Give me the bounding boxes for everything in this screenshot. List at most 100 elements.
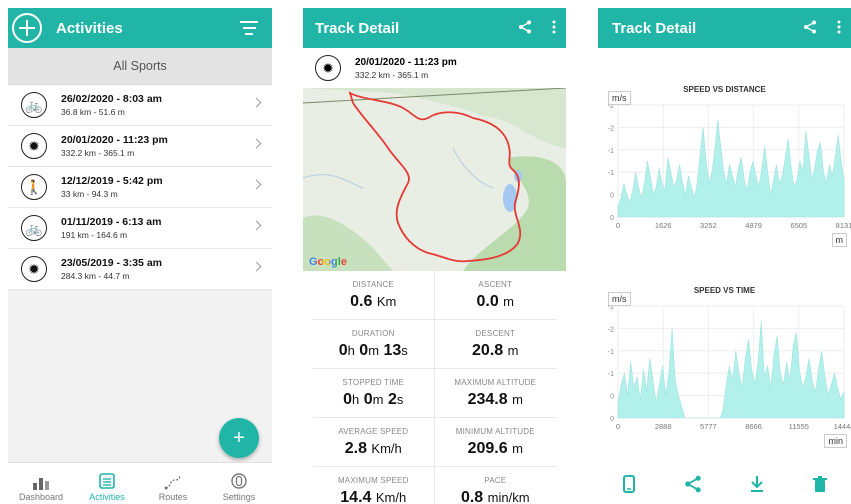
track-detail-appbar: Track Detail (303, 8, 566, 48)
stat-value: 0.6 (350, 292, 373, 310)
sport-filter-header[interactable]: All Sports (8, 48, 272, 85)
stat-unit: m (503, 293, 515, 309)
activity-item[interactable]: 🚲 26/02/2020 - 8:03 am 36.8 km - 51.6 m (8, 85, 272, 126)
chart-title: SPEED VS TIME (693, 286, 756, 295)
stat-value: 234.8 (467, 390, 508, 408)
share-icon[interactable] (803, 20, 817, 34)
activity-item[interactable]: ✹ 20/01/2020 - 11:23 pm 332.2 km - 365.1 m (8, 126, 272, 167)
stat-unit: m (372, 391, 384, 407)
stat-label: PACE (484, 475, 507, 485)
stat-cell: MAXIMUM ALTITUDE 234.8 m (434, 369, 556, 418)
chevron-right-icon (251, 138, 262, 149)
chevron-right-icon (251, 261, 262, 272)
stat-hours: 0 (343, 390, 353, 408)
track-charts-appbar: Track Detail (598, 8, 851, 48)
phone-icon[interactable] (622, 475, 636, 493)
more-options-icon[interactable] (837, 20, 841, 34)
trash-icon[interactable] (813, 475, 828, 493)
more-options-icon[interactable] (552, 20, 556, 34)
stat-unit: m (512, 440, 523, 456)
x-tick-label: 5777 (700, 422, 717, 431)
download-icon[interactable] (749, 475, 765, 493)
stat-value: 0.0 (476, 292, 499, 310)
activity-distance: 191 km - 164.6 m (61, 230, 128, 240)
share-icon[interactable] (684, 475, 702, 493)
y-tick-label: 0 (610, 215, 614, 222)
stat-label: DISTANCE (352, 279, 394, 289)
stat-label: ASCENT (478, 279, 513, 289)
activity-distance: 36.8 km - 51.6 m (61, 107, 125, 117)
stat-minutes: 0 (363, 390, 373, 408)
page-title: Track Detail (315, 19, 400, 37)
nav-label: Settings (222, 492, 256, 502)
google-logo: Google (309, 256, 347, 268)
activity-date: 01/11/2019 - 6:13 am (61, 216, 162, 228)
x-tick-label: 6505 (790, 221, 807, 230)
stat-value: 2.8 (344, 439, 367, 457)
stat-unit: Km/h (375, 489, 407, 504)
speed-chart[interactable]: -2 -2 -1 -1 0 0 0 1626 3252 4879 6505 8131 SPEED VS … (598, 83, 851, 263)
share-icon[interactable] (518, 20, 532, 34)
add-activity-button[interactable]: + (219, 418, 259, 458)
activity-item[interactable]: ✹ 23/05/2019 - 3:35 am 284.3 km - 44.7 m (8, 249, 272, 290)
nav-settings[interactable]: Settings (206, 463, 272, 504)
stat-value-row: 0.8 min/km (461, 489, 530, 504)
action-bar (598, 464, 851, 504)
x-tick-label: 0 (616, 221, 620, 230)
x-tick-label: 1626 (655, 221, 672, 230)
stat-unit: s (396, 391, 404, 407)
track-map[interactable]: Google (303, 87, 566, 271)
stat-value-row: 14.4 Km/h (340, 489, 406, 504)
stat-label: DESCENT (475, 328, 516, 338)
stat-unit: m (368, 342, 380, 358)
speed-chart[interactable]: -2-2-1-10002888577786661155514444SPEED V… (598, 284, 851, 464)
y-axis-unit: m/s (608, 292, 631, 306)
stat-value-row: 209.6 m (468, 440, 523, 458)
stat-value: 14.4 (340, 488, 372, 504)
page-title: Track Detail (612, 19, 697, 37)
chevron-right-icon (251, 97, 262, 108)
stat-cell: DURATION 0h 0m 13s (313, 320, 435, 369)
stat-cell: PACE 0.8 min/km (435, 467, 557, 504)
activity-date: 26/02/2020 - 8:03 am (61, 93, 162, 105)
stat-value-row: 0h 0m 2s (343, 391, 403, 409)
nav-dashboard[interactable]: Dashboard (8, 463, 74, 504)
list-icon (99, 473, 115, 489)
y-tick-label: -2 (608, 125, 614, 132)
activity-distance: 33 km - 94.3 m (61, 189, 118, 199)
stat-cell: AVERAGE SPEED 2.8 Km/h (313, 418, 435, 467)
stat-value-row: 0.6 Km (350, 293, 396, 311)
x-tick-label: 8131 (836, 221, 851, 230)
stat-unit: min/km (487, 489, 530, 504)
activity-date: 20/01/2020 - 11:23 pm (61, 134, 168, 146)
activity-item[interactable]: 🚲 01/11/2019 - 6:13 am 191 km - 164.6 m (8, 208, 272, 249)
page-title: Activities (56, 19, 123, 37)
x-tick-label: 3252 (700, 221, 717, 230)
y-tick-label: 0 (610, 193, 614, 200)
nav-routes[interactable]: Routes (140, 463, 206, 504)
stats-grid: DISTANCE 0.6 Km ASCENT 0.0 m DURATION 0h 0m 1… (303, 271, 566, 504)
stat-cell: DISTANCE 0.6 Km (313, 271, 435, 320)
x-axis-unit: min (824, 434, 847, 448)
add-circle-icon[interactable] (12, 13, 42, 43)
wheel-icon: ✹ (21, 133, 47, 159)
stat-value-row: 0h 0m 13s (339, 342, 408, 360)
stat-cell: STOPPED TIME 0h 0m 2s (313, 369, 435, 418)
bicycle-icon: 🚲 (21, 215, 47, 241)
settings-icon (231, 473, 247, 489)
track-summary: ✹ 20/01/2020 - 11:23 pm 332.2 km - 365.1… (303, 48, 566, 88)
y-tick-label: -1 (608, 170, 614, 177)
x-tick-label: 14444 (834, 422, 851, 431)
map-canvas (303, 87, 566, 271)
stat-value: 20.8 (472, 341, 504, 359)
y-tick-label: -2 (608, 326, 614, 333)
chevron-right-icon (251, 179, 262, 190)
filter-icon[interactable] (240, 21, 258, 35)
activity-item[interactable]: 🚶 12/12/2019 - 5:42 pm 33 km - 94.3 m (8, 167, 272, 208)
activities-screen: Activities All Sports 🚲 26/02/2020 - 8:03… (8, 8, 272, 504)
stat-value: 209.6 (467, 439, 508, 457)
x-tick-label: 4879 (745, 221, 762, 230)
stat-unit: m (507, 342, 519, 358)
nav-activities[interactable]: Activities (74, 463, 140, 504)
stat-value-row: 234.8 m (468, 391, 523, 409)
